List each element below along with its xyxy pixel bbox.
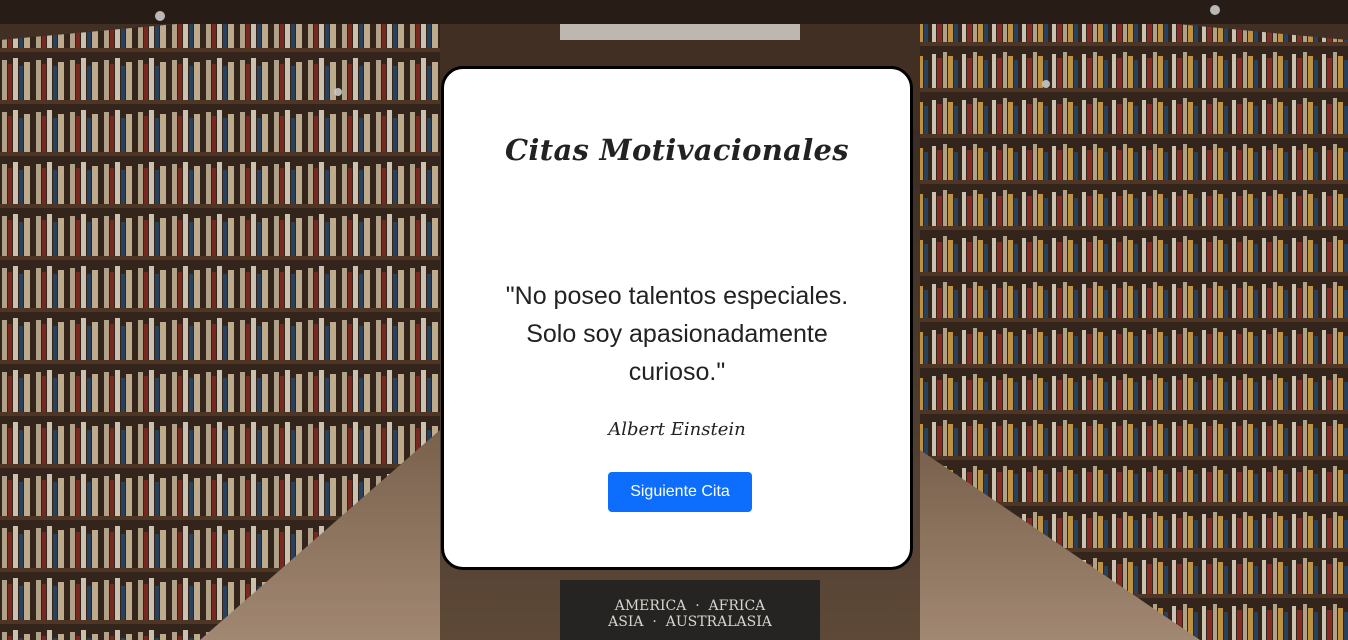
quote-text: "No poseo talentos especiales. Solo soy … xyxy=(505,282,849,386)
next-quote-button[interactable]: Siguiente Cita xyxy=(608,472,752,512)
page-title: Citas Motivacionales xyxy=(505,133,849,167)
sign-line-1: AMERICA · AFRICA xyxy=(614,598,766,614)
quote-author: Albert Einstein xyxy=(608,419,746,440)
sign-line-2: ASIA · AUSTRALASIA xyxy=(608,614,772,630)
quote-card: Citas Motivacionales "No poseo talentos … xyxy=(441,66,913,570)
